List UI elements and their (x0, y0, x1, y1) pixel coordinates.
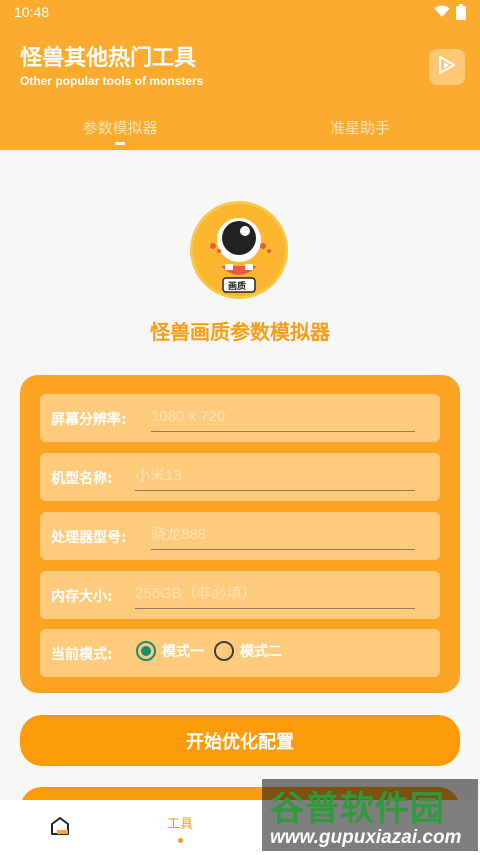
status-bar: 10:48 (0, 0, 480, 26)
watermark-url: www.gupuxiazai.com (270, 827, 462, 848)
mode-row: 当前模式: 模式一 模式二 (40, 629, 440, 677)
tab-parameter-simulator[interactable]: 参数模拟器 (70, 117, 170, 138)
processor-label: 处理器型号: (51, 530, 127, 546)
mode-1-radio[interactable] (136, 641, 156, 661)
wifi-icon (434, 5, 450, 22)
mode-option-1[interactable]: 模式一 (136, 641, 204, 661)
nav-tools-label: 工具 (166, 816, 193, 832)
play-button[interactable] (429, 49, 465, 85)
model-label: 机型名称: (51, 471, 113, 487)
app-header: 10:48 怪兽其他热门工具 Other popular tools of mo… (0, 0, 480, 150)
page-subtitle: Other popular tools of monsters (20, 74, 204, 88)
nav-home[interactable] (0, 800, 120, 855)
mode-2-label[interactable]: 模式二 (240, 641, 282, 661)
processor-row: 处理器型号: (40, 512, 440, 560)
model-field-wrap (135, 461, 415, 491)
status-time: 10:48 (14, 4, 50, 20)
tab-crosshair-assistant[interactable]: 准星助手 (310, 117, 410, 138)
mode-1-label[interactable]: 模式一 (162, 641, 204, 661)
nav-tools[interactable]: 工具 (120, 800, 240, 855)
processor-field-wrap (151, 520, 415, 550)
watermark: 谷普软件园 www.gupuxiazai.com (262, 779, 478, 851)
play-icon (438, 55, 456, 79)
memory-field-wrap (135, 579, 415, 609)
processor-input[interactable] (151, 520, 415, 549)
mode-label: 当前模式: (51, 647, 113, 663)
resolution-input[interactable] (151, 402, 415, 431)
memory-row: 内存大小: (40, 571, 440, 619)
memory-label: 内存大小: (51, 589, 113, 605)
watermark-title: 谷普软件园 (270, 789, 445, 829)
battery-icon (456, 4, 466, 24)
app-name: 怪兽画质参数模拟器 (150, 320, 330, 344)
mode-option-2[interactable]: 模式二 (214, 641, 282, 661)
resolution-label: 屏幕分辨率: (51, 412, 127, 428)
page-title: 怪兽其他热门工具 (20, 46, 197, 71)
parameter-form: 屏幕分辨率: 机型名称: 处理器型号: 内存大小: 当前模式: 模式一 模式二 (20, 375, 460, 693)
home-icon (49, 816, 71, 840)
model-row: 机型名称: (40, 453, 440, 501)
mode-2-radio[interactable] (214, 641, 234, 661)
app-logo: 画质 (190, 201, 288, 299)
resolution-field-wrap (151, 402, 415, 432)
model-input[interactable] (135, 461, 415, 490)
start-optimize-button[interactable]: 开始优化配置 (20, 715, 460, 766)
resolution-row: 屏幕分辨率: (40, 394, 440, 442)
logo-badge: 画质 (228, 282, 247, 292)
memory-input[interactable] (135, 579, 415, 608)
nav-active-dot (177, 837, 183, 843)
tab-indicator (115, 142, 125, 145)
